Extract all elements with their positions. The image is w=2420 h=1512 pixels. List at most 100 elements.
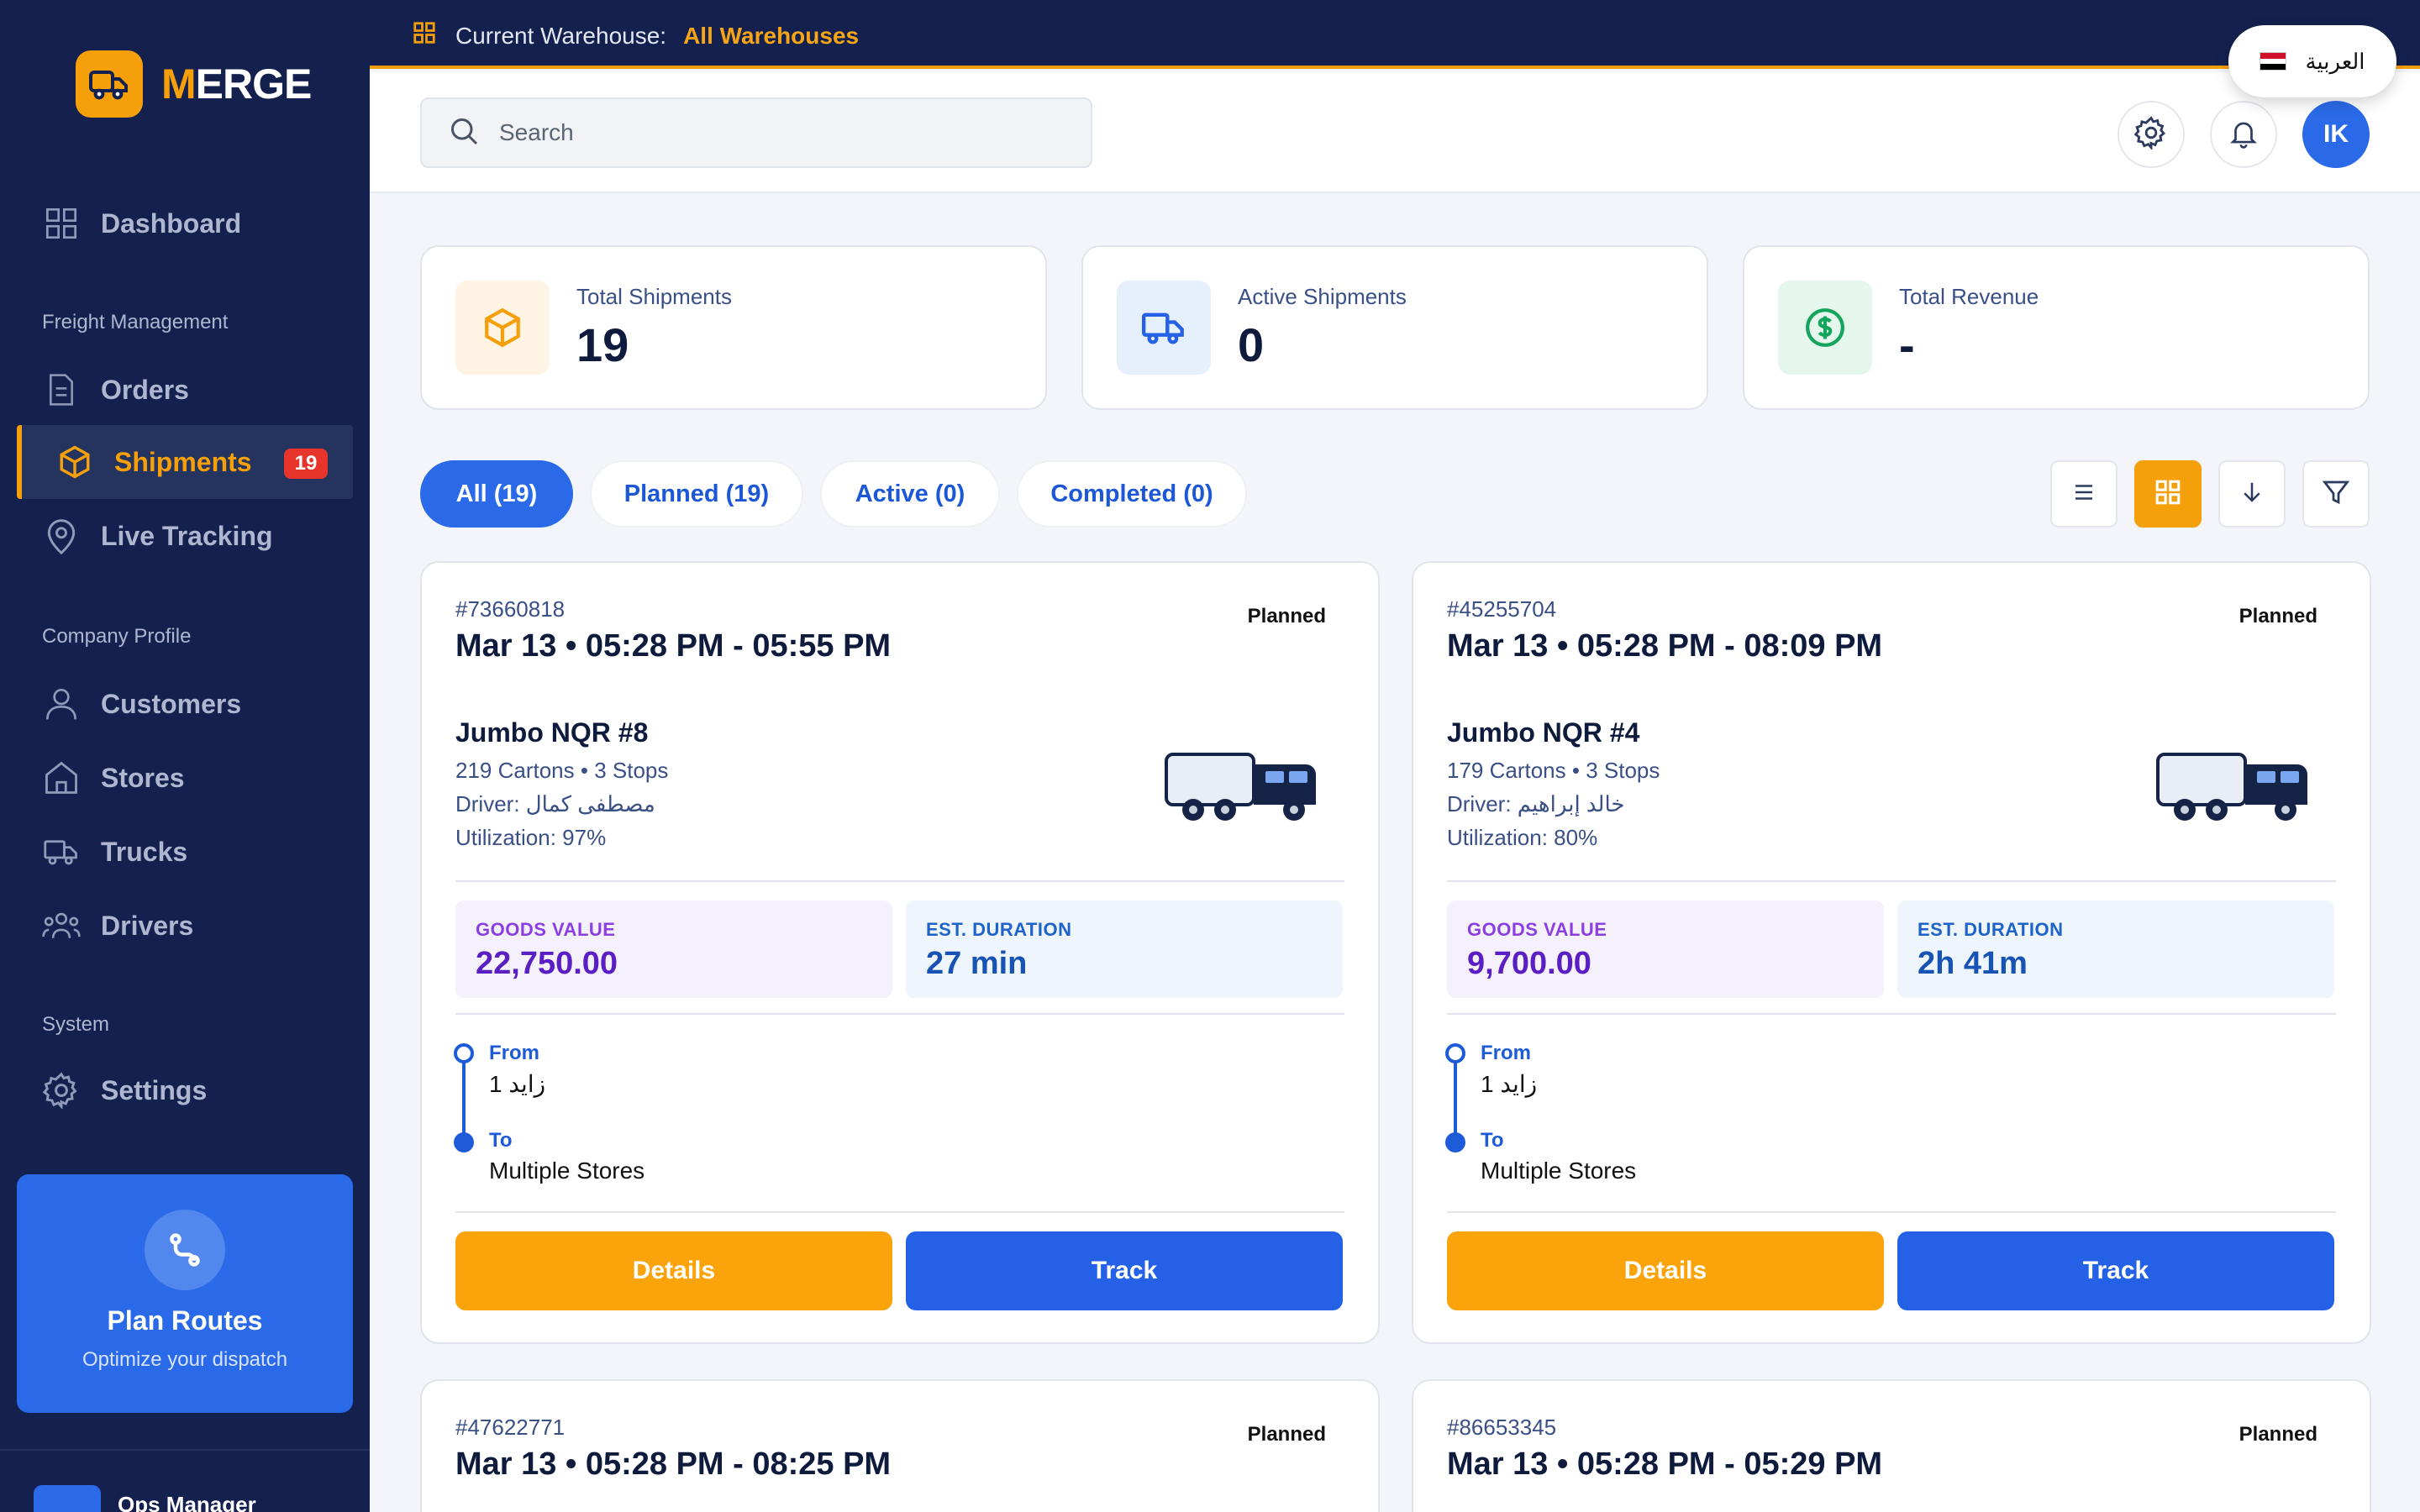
sidebar-item-shipments[interactable]: Shipments 19 (17, 425, 353, 499)
shipment-card: #47622771 Planned Mar 13 • 05:28 PM - 08… (420, 1379, 1380, 1512)
divider (1447, 1211, 2336, 1213)
user-avatar[interactable]: IK (2302, 101, 2370, 168)
section-company-profile: Company Profile (42, 625, 192, 648)
grid-view-button[interactable] (2134, 460, 2202, 528)
route-line (1454, 1050, 1457, 1142)
stat-label: Total Revenue (1899, 284, 2039, 309)
sort-button[interactable] (2218, 460, 2286, 528)
stat-value: - (1899, 318, 1915, 371)
arrow-down-icon (2239, 480, 2265, 509)
tab-active[interactable]: Active (0) (820, 460, 1000, 528)
sidebar-item-label: Orders (101, 374, 189, 405)
truck-icon (1117, 281, 1211, 375)
stat-total-shipments: Total Shipments 19 (420, 245, 1047, 410)
duration-box: EST. DURATION 27 min (906, 900, 1343, 998)
origin-dot (454, 1043, 474, 1063)
sidebar-item-orders[interactable]: Orders (17, 353, 353, 427)
from-label: From (489, 1042, 539, 1064)
settings-button[interactable] (2118, 101, 2185, 168)
sidebar-item-customers[interactable]: Customers (17, 667, 353, 741)
origin-dot (1445, 1043, 1465, 1063)
shipment-card: #86653345 Planned Mar 13 • 05:28 PM - 05… (1412, 1379, 2371, 1512)
sidebar-divider (0, 1449, 370, 1451)
divider (455, 1013, 1344, 1015)
plan-routes-title: Plan Routes (107, 1305, 263, 1336)
box-icon (455, 281, 550, 375)
goods-value-box: GOODS VALUE 22,750.00 (455, 900, 892, 998)
tab-planned[interactable]: Planned (19) (590, 460, 803, 528)
filter-button[interactable] (2302, 460, 2370, 528)
truck-name: Jumbo NQR #8 (455, 717, 649, 748)
goods-value-box: GOODS VALUE 9,700.00 (1447, 900, 1884, 998)
sidebar-item-dashboard[interactable]: Dashboard (17, 186, 353, 260)
stat-active-shipments: Active Shipments 0 (1081, 245, 1708, 410)
stat-label: Total Shipments (576, 284, 732, 309)
from-label: From (1481, 1042, 1531, 1064)
to-label: To (1481, 1129, 1504, 1152)
user-role: Ops Manager (118, 1492, 256, 1512)
sidebar-item-label: Shipments (114, 446, 252, 477)
duration-value: 2h 41m (1918, 946, 2028, 981)
to-label: To (489, 1129, 513, 1152)
status-badge: Planned (1247, 1423, 1326, 1446)
shipments-count-badge: 19 (284, 449, 328, 479)
status-badge: Planned (2238, 1423, 2317, 1446)
divider (1447, 1013, 2336, 1015)
details-button[interactable]: Details (1447, 1231, 1884, 1310)
utilization: Utilization: 80% (1447, 825, 1598, 850)
app-logo[interactable]: MERGE (76, 50, 312, 118)
filter-icon (2321, 477, 2351, 512)
sidebar-item-drivers[interactable]: Drivers (17, 889, 353, 963)
search-box[interactable] (420, 97, 1092, 168)
app-name: MERGE (161, 60, 312, 108)
sidebar-item-label: Settings (101, 1074, 208, 1105)
box-icon (55, 443, 94, 481)
sidebar-item-trucks[interactable]: Trucks (17, 815, 353, 889)
list-view-button[interactable] (2050, 460, 2118, 528)
bell-icon (2228, 116, 2260, 154)
from-value: زايد 1 (489, 1071, 546, 1097)
user-profile[interactable]: Ops Manager (34, 1485, 256, 1512)
from-value: زايد 1 (1481, 1071, 1538, 1097)
duration-box: EST. DURATION 2h 41m (1897, 900, 2334, 998)
truck-icon (1165, 753, 1319, 829)
status-badge: Planned (2238, 605, 2317, 627)
track-button[interactable]: Track (906, 1231, 1343, 1310)
plan-routes-subtitle: Optimize your dispatch (82, 1348, 288, 1371)
section-system: System (42, 1013, 110, 1036)
divider (1447, 880, 2336, 882)
warehouse-value: All Warehouses (683, 22, 860, 49)
shipment-card: #45255704 Planned Mar 13 • 05:28 PM - 08… (1412, 561, 2371, 1344)
sidebar-item-label: Live Tracking (101, 520, 273, 551)
sidebar-item-label: Dashboard (101, 207, 242, 239)
sidebar-item-label: Drivers (101, 910, 194, 941)
warehouse-selector[interactable]: Current Warehouse: All Warehouses (412, 20, 859, 51)
status-badge: Planned (1247, 605, 1326, 627)
details-button[interactable]: Details (455, 1231, 892, 1310)
store-icon (42, 759, 81, 797)
duration-label: EST. DURATION (1918, 919, 2064, 940)
stat-label: Active Shipments (1238, 284, 1407, 309)
stat-value: 0 (1238, 318, 1265, 371)
track-button[interactable]: Track (1897, 1231, 2334, 1310)
search-input[interactable] (499, 119, 1037, 146)
document-icon (42, 370, 81, 409)
tab-all[interactable]: All (19) (420, 460, 573, 528)
truck-icon (2156, 753, 2311, 829)
sidebar: MERGE Dashboard Freight Management Order… (0, 0, 370, 1512)
shipment-id: #45255704 (1447, 596, 1557, 622)
tab-completed[interactable]: Completed (0) (1017, 460, 1247, 528)
goods-value: 22,750.00 (476, 946, 618, 981)
language-switch-button[interactable]: العربية (2228, 25, 2396, 97)
goods-value-label: GOODS VALUE (476, 919, 616, 940)
shipment-id: #47622771 (455, 1415, 566, 1440)
sidebar-item-live-tracking[interactable]: Live Tracking (17, 499, 353, 573)
sidebar-item-stores[interactable]: Stores (17, 741, 353, 815)
dashboard-icon (42, 204, 81, 243)
dollar-icon (1778, 281, 1872, 375)
plan-routes-card[interactable]: Plan Routes Optimize your dispatch (17, 1174, 353, 1413)
notifications-button[interactable] (2210, 101, 2277, 168)
sidebar-item-label: Trucks (101, 836, 188, 867)
sidebar-item-settings[interactable]: Settings (17, 1053, 353, 1127)
divider (455, 1211, 1344, 1213)
